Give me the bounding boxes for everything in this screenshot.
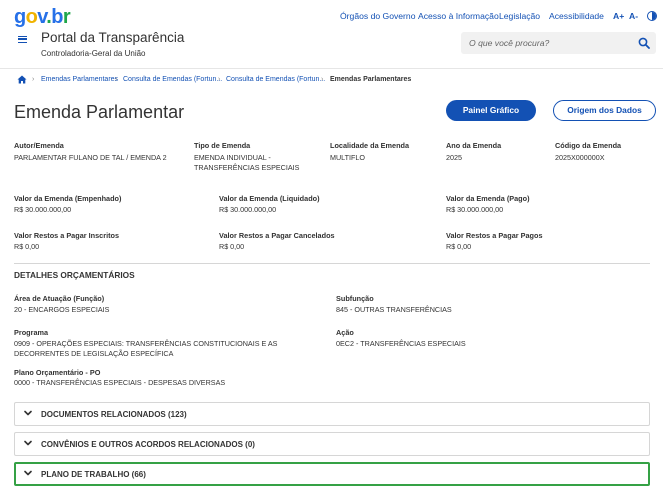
section-divider bbox=[14, 263, 650, 264]
contrast-icon[interactable] bbox=[647, 11, 657, 21]
portal-title[interactable]: Portal da Transparência bbox=[41, 30, 184, 45]
govbr-logo[interactable]: gov.br bbox=[14, 6, 71, 29]
portal-subtitle: Controladoria-Geral da União bbox=[41, 49, 146, 58]
site-header: gov.br Órgãos do Governo Acesso à Inform… bbox=[0, 0, 663, 68]
chevron-right-icon: › bbox=[32, 76, 35, 83]
chevron-right-icon: › bbox=[218, 76, 221, 83]
logo-letter: r bbox=[62, 6, 71, 28]
subfuncao-value: 845 - OUTRAS TRANSFERÊNCIAS bbox=[336, 305, 452, 314]
chevron-down-icon bbox=[24, 440, 32, 446]
link-acesso-informacao[interactable]: Acesso à Informação bbox=[418, 11, 499, 21]
restos-inscritos-label: Valor Restos a Pagar Inscritos bbox=[14, 231, 120, 240]
logo-letter: g bbox=[14, 6, 26, 28]
valor-liquidado-label: Valor da Emenda (Liquidado) bbox=[219, 194, 320, 203]
origem-dados-button[interactable]: Origem dos Dados bbox=[553, 100, 656, 121]
localidade-value: MULTIFLO bbox=[330, 153, 366, 162]
acao-value: 0EC2 - TRANSFERÊNCIAS ESPECIAIS bbox=[336, 339, 466, 348]
localidade-label: Localidade da Emenda bbox=[330, 141, 410, 150]
home-icon[interactable] bbox=[17, 75, 27, 84]
ano-value: 2025 bbox=[446, 153, 462, 162]
search-icon[interactable] bbox=[638, 37, 650, 49]
restos-cancelados-value: R$ 0,00 bbox=[219, 242, 245, 251]
font-increase-button[interactable]: A+ bbox=[613, 11, 624, 21]
valor-liquidado-value: R$ 30.000.000,00 bbox=[219, 205, 277, 214]
ano-label: Ano da Emenda bbox=[446, 141, 502, 150]
accordion-plano-trabalho[interactable]: PLANO DE TRABALHO (66) bbox=[14, 462, 650, 486]
detalhes-section-title: DETALHES ORÇAMENTÁRIOS bbox=[14, 270, 135, 280]
link-legislacao[interactable]: Legislação bbox=[499, 11, 540, 21]
tipo-label: Tipo de Emenda bbox=[194, 141, 251, 150]
logo-letter: v bbox=[37, 6, 47, 28]
link-acessibilidade[interactable]: Acessibilidade bbox=[549, 11, 604, 21]
programa-label: Programa bbox=[14, 328, 49, 337]
painel-grafico-button[interactable]: Painel Gráfico bbox=[446, 100, 536, 121]
valor-empenhado-label: Valor da Emenda (Empenhado) bbox=[14, 194, 122, 203]
link-orgaos-governo[interactable]: Órgãos do Governo bbox=[340, 11, 415, 21]
plano-value: 0000 - TRANSFERÊNCIAS ESPECIAIS - DESPES… bbox=[14, 378, 226, 387]
plano-label: Plano Orçamentário - PO bbox=[14, 368, 101, 377]
logo-letter: o bbox=[25, 6, 38, 28]
valor-empenhado-value: R$ 30.000.000,00 bbox=[14, 205, 72, 214]
restos-pagos-value: R$ 0,00 bbox=[446, 242, 472, 251]
valor-pago-label: Valor da Emenda (Pago) bbox=[446, 194, 530, 203]
restos-inscritos-value: R$ 0,00 bbox=[14, 242, 40, 251]
breadcrumb: › Emendas Parlamentares › Consulta de Em… bbox=[0, 68, 663, 90]
breadcrumb-item[interactable]: Consulta de Emendas (Fortun... bbox=[226, 76, 325, 83]
breadcrumb-item[interactable]: Emendas Parlamentares bbox=[41, 76, 118, 83]
tipo-value: EMENDA INDIVIDUAL - TRANSFERÊNCIAS ESPEC… bbox=[194, 153, 300, 172]
programa-value: 0909 - OPERAÇÕES ESPECIAIS: TRANSFERÊNCI… bbox=[14, 339, 278, 358]
accordion-convenios[interactable]: CONVÊNIOS E OUTROS ACORDOS RELACIONADOS … bbox=[14, 432, 650, 456]
logo-letter: b bbox=[51, 6, 63, 28]
accordion-documentos[interactable]: DOCUMENTOS RELACIONADOS (123) bbox=[14, 402, 650, 426]
area-label: Área de Atuação (Função) bbox=[14, 294, 105, 303]
accordion-label: CONVÊNIOS E OUTROS ACORDOS RELACIONADOS … bbox=[41, 440, 255, 449]
chevron-down-icon bbox=[24, 470, 32, 476]
menu-icon[interactable] bbox=[18, 36, 27, 43]
codigo-label: Código da Emenda bbox=[555, 141, 622, 150]
acao-label: Ação bbox=[336, 328, 354, 337]
autor-value: PARLAMENTAR FULANO DE TAL / EMENDA 2 bbox=[14, 153, 167, 162]
restos-cancelados-label: Valor Restos a Pagar Cancelados bbox=[219, 231, 335, 240]
chevron-right-icon: › bbox=[321, 76, 324, 83]
autor-label: Autor/Emenda bbox=[14, 141, 64, 150]
restos-pagos-label: Valor Restos a Pagar Pagos bbox=[446, 231, 543, 240]
breadcrumb-item[interactable]: Consulta de Emendas (Fortun... bbox=[123, 76, 222, 83]
valor-pago-value: R$ 30.000.000,00 bbox=[446, 205, 504, 214]
font-decrease-button[interactable]: A- bbox=[629, 11, 638, 21]
area-value: 20 - ENCARGOS ESPECIAIS bbox=[14, 305, 110, 314]
subfuncao-label: Subfunção bbox=[336, 294, 374, 303]
accordion-label: DOCUMENTOS RELACIONADOS (123) bbox=[41, 410, 187, 419]
chevron-down-icon bbox=[24, 410, 32, 416]
search-placeholder: O que você procura? bbox=[469, 38, 550, 48]
accordion-label: PLANO DE TRABALHO (66) bbox=[41, 470, 146, 479]
codigo-value: 2025X000000X bbox=[555, 153, 605, 162]
chevron-right-icon: › bbox=[115, 76, 118, 83]
search-input[interactable]: O que você procura? bbox=[461, 32, 656, 54]
breadcrumb-current: Emendas Parlamentares bbox=[330, 76, 412, 83]
page-title: Emenda Parlamentar bbox=[14, 102, 185, 122]
